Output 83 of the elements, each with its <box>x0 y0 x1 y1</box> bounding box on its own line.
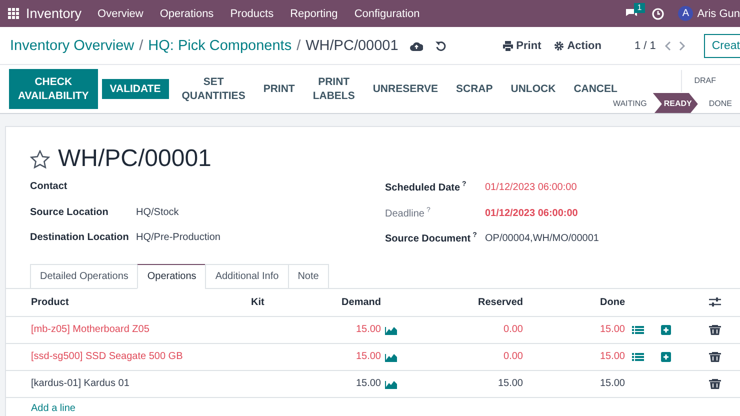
action-button[interactable]: UNRESERVE <box>364 79 447 99</box>
menu-item[interactable]: Operations <box>160 8 214 20</box>
field-value: 01/12/2023 06:00:00 <box>485 182 577 194</box>
print-button[interactable]: Print <box>503 40 542 52</box>
field-value: HQ/Stock <box>136 206 179 218</box>
tab[interactable]: Additional Info <box>205 264 288 288</box>
cloud-upload-icon[interactable] <box>410 40 424 50</box>
add-icon[interactable] <box>660 324 672 334</box>
action-button[interactable]: Action <box>554 40 602 52</box>
breadcrumb-separator: / <box>139 38 144 54</box>
table-cell-text: [ssd-sg500] SSD Seagate 500 GB <box>31 351 184 362</box>
column-header: Reserved <box>476 296 523 308</box>
undo-icon[interactable] <box>435 40 446 51</box>
table-cell-text: [kardus-01] Kardus 01 <box>31 378 130 389</box>
field-label: Contact <box>30 181 68 192</box>
field-label: Source Location <box>30 206 110 218</box>
field-value: 01/12/2023 06:00:00 <box>485 208 578 219</box>
forecast-chart-icon[interactable] <box>385 378 397 388</box>
field-label: Source Document <box>385 233 471 244</box>
list-icon[interactable] <box>632 352 644 362</box>
action-button[interactable]: SCRAP <box>447 79 502 99</box>
forecast-chart-icon[interactable] <box>385 352 397 362</box>
breadcrumb-separator: / <box>296 38 301 54</box>
trash-icon[interactable] <box>709 324 721 334</box>
menu-item[interactable]: Overview <box>98 8 144 20</box>
add-line-link[interactable]: Add a line <box>6 398 100 416</box>
field-label: Destination Location <box>30 232 130 243</box>
user-name[interactable]: Aris Gun <box>697 8 740 20</box>
table-cell-text: 15.00 <box>598 324 625 335</box>
star-icon[interactable] <box>30 150 50 168</box>
tab[interactable]: Detailed Operations <box>30 264 138 288</box>
breadcrumb-link[interactable]: Inventory Overview <box>10 38 134 54</box>
list-icon[interactable] <box>632 324 644 334</box>
table-cell-text: 15.00 <box>354 324 381 335</box>
action-button[interactable]: UNLOCK <box>502 79 565 99</box>
tab[interactable]: Operations <box>137 264 206 288</box>
table-cell-text: 15.00 <box>354 378 381 389</box>
trash-icon[interactable] <box>709 352 721 362</box>
record-name: WH/PC/00001 <box>306 38 398 54</box>
column-settings-icon[interactable] <box>709 297 721 307</box>
menu-item[interactable]: Configuration <box>354 8 420 20</box>
action-button[interactable]: PRINT <box>254 79 304 99</box>
action-button[interactable]: VALIDATE <box>102 79 169 99</box>
add-icon[interactable] <box>660 352 672 362</box>
table-cell-text: 15.00 <box>598 378 625 389</box>
field-value: OP/00004,WH/MO/00001 <box>485 233 599 244</box>
help-marker[interactable]: ? <box>472 232 477 239</box>
table-cell-text: 15.00 <box>496 378 523 389</box>
column-header: Product <box>31 296 70 308</box>
forecast-chart-icon[interactable] <box>385 324 397 334</box>
breadcrumb-link[interactable]: HQ: Pick Components <box>148 38 292 54</box>
pager-value: 1 / 1 <box>634 40 656 52</box>
help-marker[interactable]: ? <box>462 181 466 188</box>
table-cell-text: 0.00 <box>502 324 523 335</box>
clock-icon[interactable] <box>652 8 664 20</box>
action-button[interactable]: SET QUANTITIES <box>172 72 254 106</box>
field-label: Deadline <box>385 208 424 219</box>
trash-icon[interactable] <box>709 378 721 388</box>
column-header: Kit <box>251 296 266 308</box>
menu-item[interactable]: Reporting <box>290 8 338 20</box>
user-avatar[interactable]: A <box>678 6 694 21</box>
action-button[interactable]: CHECK AVAILABILITY <box>9 69 98 109</box>
chat-icon[interactable] <box>625 8 638 19</box>
apps-menu-icon[interactable] <box>8 8 19 19</box>
table-cell-text: [mb-z05] Motherboard Z05 <box>31 324 150 335</box>
field-label: Scheduled Date <box>385 182 460 194</box>
menu-item[interactable]: Products <box>230 8 274 20</box>
column-header: Done <box>599 296 625 308</box>
app-name[interactable]: Inventory <box>26 6 82 21</box>
action-button[interactable]: PRINT LABELS <box>304 72 364 106</box>
message-count-badge: 1 <box>634 3 645 13</box>
create-button[interactable]: Creat <box>704 34 740 58</box>
column-header: Demand <box>340 296 381 308</box>
tab[interactable]: Note <box>288 264 329 288</box>
table-cell-text: 15.00 <box>598 351 625 362</box>
record-title: WH/PC/00001 <box>58 145 212 173</box>
field-value: HQ/Pre-Production <box>136 232 220 243</box>
table-cell-text: 0.00 <box>502 351 523 362</box>
table-cell-text: 15.00 <box>354 351 381 362</box>
printer-icon <box>503 40 514 50</box>
status-stage[interactable]: READY <box>652 93 698 113</box>
help-marker[interactable]: ? <box>426 206 430 214</box>
gear-icon <box>554 40 564 50</box>
